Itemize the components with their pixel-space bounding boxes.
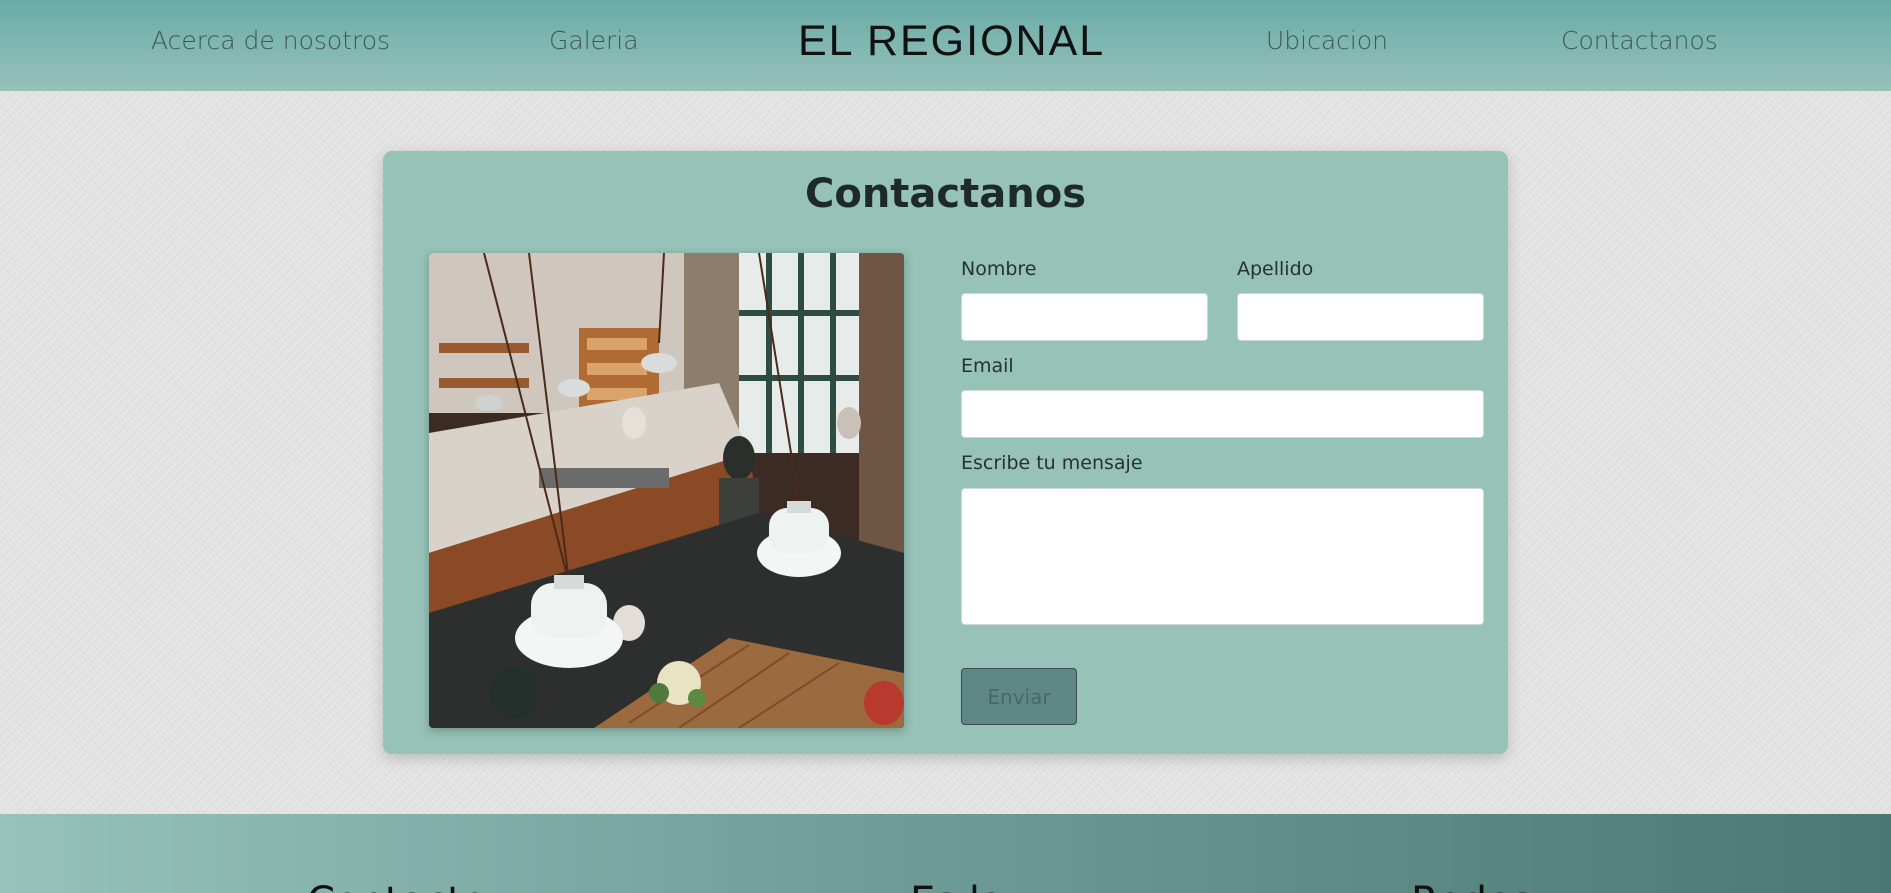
top-nav: Acerca de nosotros Galeria EL REGIONAL U…	[0, 0, 1891, 91]
contact-card: Contactanos Nombre Apellido Email Escrib…	[383, 151, 1508, 754]
nav-link-location[interactable]: Ubicacion	[1266, 26, 1388, 55]
footer-heading-contact: Contacto	[307, 879, 487, 893]
last-name-label: Apellido	[1237, 258, 1314, 280]
cafe-interior-photo	[429, 253, 904, 728]
footer-heading-social: Redes	[1411, 879, 1532, 893]
last-name-field[interactable]	[1237, 293, 1484, 341]
message-textarea[interactable]	[961, 488, 1484, 625]
footer-heading-middle: Es la	[910, 879, 1004, 893]
nav-link-gallery[interactable]: Galeria	[549, 26, 639, 55]
email-field[interactable]	[961, 390, 1484, 438]
footer: Contacto Es la Redes	[0, 814, 1891, 893]
nav-link-contact[interactable]: Contactanos	[1561, 26, 1718, 55]
contact-title: Contactanos	[804, 171, 1086, 217]
email-label: Email	[961, 355, 1014, 377]
submit-button[interactable]: Enviar	[961, 668, 1077, 725]
nav-link-about[interactable]: Acerca de nosotros	[151, 26, 390, 55]
first-name-label: Nombre	[961, 258, 1037, 280]
cafe-photo-illustration	[429, 253, 904, 728]
message-label: Escribe tu mensaje	[961, 452, 1143, 474]
brand-logo[interactable]: EL REGIONAL	[798, 17, 1105, 66]
first-name-field[interactable]	[961, 293, 1208, 341]
